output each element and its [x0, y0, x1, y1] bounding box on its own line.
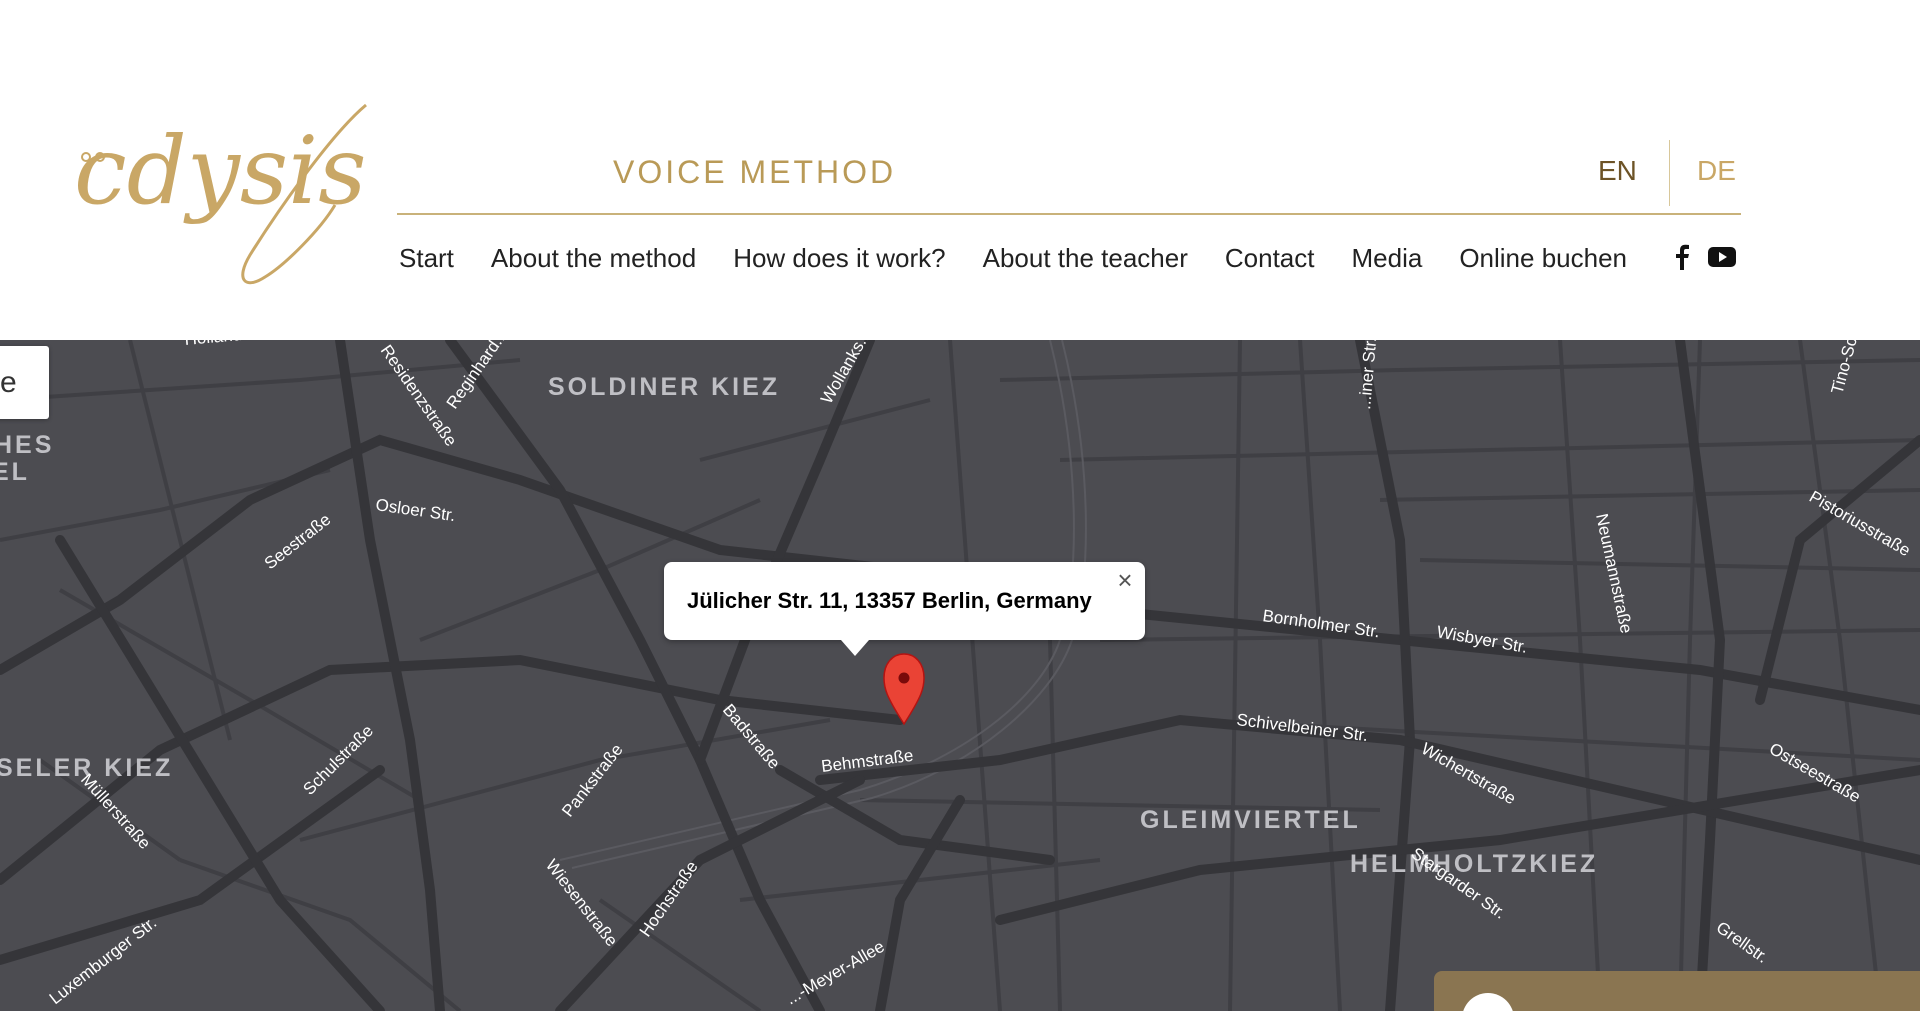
map-type-control[interactable]: e [0, 346, 49, 419]
street-label: Pankstraße [558, 740, 626, 820]
logo-wordmark: cdysis [74, 117, 366, 226]
street-label: Grellstr. [1713, 918, 1772, 967]
map-info-window: Jülicher Str. 11, 13357 Berlin, Germany … [664, 562, 1145, 656]
nav-media[interactable]: Media [1351, 243, 1422, 274]
street-label: Tino-Sc... [1828, 340, 1865, 396]
nav-contact[interactable]: Contact [1225, 243, 1315, 274]
street-label: Osloer Str. [374, 495, 456, 525]
district-label: SOLDINER KIEZ [548, 373, 780, 401]
street-label: Wichertstraße [1418, 739, 1519, 808]
language-separator [1669, 140, 1670, 206]
nav-about-teacher[interactable]: About the teacher [983, 243, 1188, 274]
chat-button[interactable] [1462, 993, 1514, 1011]
district-label: HELMHOLTZKIEZ [1350, 850, 1598, 878]
district-label: HES [0, 431, 54, 459]
street-label: Neumannstraße [1592, 512, 1636, 635]
info-window-address: Jülicher Str. 11, 13357 Berlin, Germany [687, 588, 1092, 613]
close-icon[interactable]: × [1111, 566, 1139, 594]
facebook-icon[interactable] [1670, 243, 1694, 271]
language-de-link[interactable]: DE [1697, 155, 1736, 187]
info-window-pointer [841, 640, 869, 656]
district-label: EL [0, 458, 30, 486]
main-nav: Start About the method How does it work?… [399, 240, 1664, 276]
street-label: Schivelbeiner Str. [1236, 710, 1370, 745]
map[interactable]: SOLDINER KIEZ GLEIMVIERTEL SELER KIEZ HE… [0, 340, 1920, 1011]
nav-start[interactable]: Start [399, 243, 454, 274]
street-label: Hochstraße [636, 857, 702, 940]
street-label: Schulstraße [299, 721, 377, 799]
street-label: Seestraße [261, 510, 335, 573]
header-divider [397, 213, 1741, 215]
street-label: Wiesenstraße [542, 856, 622, 950]
social-links [1670, 243, 1736, 271]
chat-panel[interactable] [1434, 971, 1920, 1011]
map-type-control-label: e [0, 366, 17, 399]
nav-online-buchen[interactable]: Online buchen [1459, 243, 1627, 274]
map-marker[interactable] [883, 653, 925, 726]
district-label: GLEIMVIERTEL [1140, 806, 1361, 834]
youtube-icon[interactable] [1708, 246, 1736, 268]
nav-how-does-it-work[interactable]: How does it work? [733, 243, 945, 274]
site-header: cdysis VOICE METHOD EN DE Start About th… [0, 0, 1920, 340]
language-en-link[interactable]: EN [1598, 155, 1637, 187]
nav-about-method[interactable]: About the method [491, 243, 696, 274]
map-canvas[interactable]: SOLDINER KIEZ GLEIMVIERTEL SELER KIEZ HE… [0, 340, 1920, 1011]
street-label: Hollander... [184, 340, 271, 349]
tagline: VOICE METHOD [613, 154, 897, 190]
